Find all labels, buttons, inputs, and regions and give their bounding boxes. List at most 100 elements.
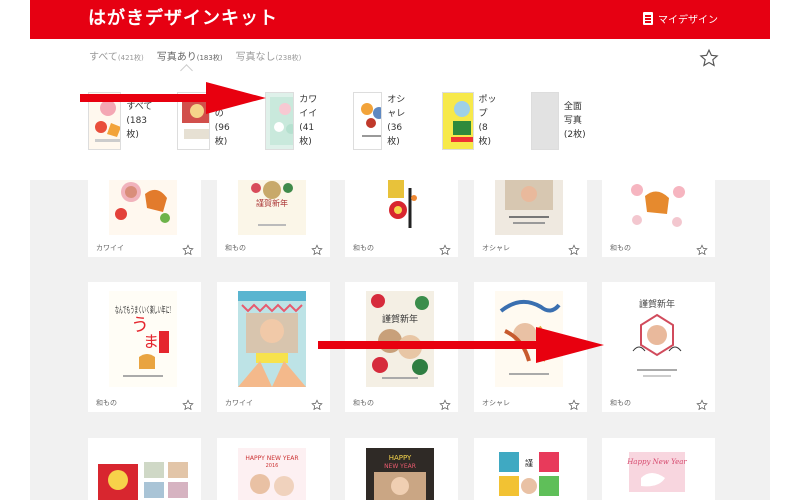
photo-filter-tabs: すべて(421枚) 写真あり(183枚) 写真なし(238枚) xyxy=(89,48,301,63)
category-pop-count: (8枚) xyxy=(478,123,492,147)
category-all-count: (183枚) xyxy=(126,116,148,140)
category-pop-label: ポップ xyxy=(478,95,497,119)
template-card[interactable]: オシャレ xyxy=(474,282,587,412)
category-wamono-label: 和もの xyxy=(214,95,233,119)
tab-with-photo-count: (183枚) xyxy=(196,54,223,62)
template-category-label: 和もの xyxy=(610,399,631,407)
template-card[interactable] xyxy=(88,438,201,500)
template-card[interactable]: 和もの xyxy=(345,180,458,257)
template-card[interactable]: なんでもうまくいく楽しい年に! う ま 和もの xyxy=(88,282,201,412)
template-thumbnail: HAPPY NEW YEAR 2016 xyxy=(238,448,306,500)
template-category-label: 和もの xyxy=(353,244,374,252)
category-oshare-label: オシャレ xyxy=(387,95,406,119)
template-category-label: オシャレ xyxy=(482,244,510,252)
template-thumbnail: 謹賀新年 xyxy=(238,180,306,235)
category-oshare-count: (36枚) xyxy=(387,123,403,147)
template-card[interactable]: オシャレ xyxy=(474,180,587,257)
tab-without-photo-label: 写真なし xyxy=(235,52,276,63)
category-wamono-thumbnail xyxy=(177,92,210,150)
my-design-icon xyxy=(643,12,653,25)
template-thumbnail: なんでもうまくいく楽しい年に! う ま xyxy=(109,291,177,387)
tab-all[interactable]: すべて(421枚) xyxy=(89,48,144,63)
template-card[interactable]: 謹賀新年 和もの xyxy=(217,180,330,257)
category-full-photo-label: 全面写真 xyxy=(563,102,582,126)
category-all-thumbnail xyxy=(88,92,122,150)
favorite-star-icon[interactable] xyxy=(439,241,451,256)
my-design-label: マイデザイン xyxy=(658,15,718,26)
category-kawaii-thumbnail xyxy=(265,92,295,150)
category-all[interactable]: すべて (183枚) xyxy=(88,92,154,150)
category-kawaii[interactable]: カワイイ (41枚) xyxy=(265,92,325,150)
template-card[interactable]: 和もの xyxy=(602,180,715,257)
favorite-star-icon[interactable] xyxy=(696,396,708,411)
template-card[interactable]: 謹賀新年 和もの xyxy=(345,282,458,412)
favorites-star-icon[interactable] xyxy=(699,48,719,68)
tab-all-label: すべて xyxy=(89,52,118,63)
template-category-label: 和もの xyxy=(353,399,374,407)
app-logo[interactable]: はがきデザインキット xyxy=(88,4,278,30)
template-card[interactable]: 謹 xyxy=(474,438,587,500)
template-card[interactable]: Happy New Year xyxy=(602,438,715,500)
favorite-star-icon[interactable] xyxy=(696,241,708,256)
category-kawaii-label: カワイイ xyxy=(299,95,318,119)
favorite-star-icon[interactable] xyxy=(182,241,194,256)
svg-text:謹賀新年: 謹賀新年 xyxy=(639,298,675,310)
category-pop-thumbnail xyxy=(442,92,474,150)
card-greeting-text: HAPPY NEW YEAR xyxy=(245,455,298,462)
template-thumbnail xyxy=(238,291,306,387)
svg-text:謹賀新年: 謹賀新年 xyxy=(382,313,418,325)
category-wamono[interactable]: 和もの (96枚) xyxy=(177,92,237,150)
template-thumbnail xyxy=(366,180,434,235)
template-thumbnail xyxy=(495,180,563,235)
template-thumbnail xyxy=(623,180,691,235)
template-category-label: オシャレ xyxy=(482,399,510,407)
tab-without-photo[interactable]: 写真なし(238枚) xyxy=(236,48,302,63)
category-full-photo-thumbnail xyxy=(531,92,559,150)
card-happy-text: HAPPY xyxy=(389,454,412,462)
template-thumbnail: 謹賀新年 xyxy=(623,291,691,387)
svg-text:NEW YEAR: NEW YEAR xyxy=(384,463,416,470)
template-thumbnail xyxy=(109,180,177,235)
tab-with-photo[interactable]: 写真あり(183枚) xyxy=(157,48,223,63)
category-full-photo-count: (2枚) xyxy=(563,130,586,140)
template-thumbnail xyxy=(495,291,563,387)
template-card[interactable]: HAPPY NEW YEAR xyxy=(345,438,458,500)
tab-without-photo-count: (238枚) xyxy=(275,54,302,62)
favorite-star-icon[interactable] xyxy=(568,396,580,411)
template-category-label: 和もの xyxy=(96,399,117,407)
template-category-label: カワイイ xyxy=(96,244,124,252)
category-oshare-thumbnail xyxy=(353,92,383,150)
svg-text:謹: 謹 xyxy=(525,458,533,468)
card-script-text: Happy New Year xyxy=(626,458,687,466)
category-kawaii-count: (41枚) xyxy=(299,123,315,147)
favorite-star-icon[interactable] xyxy=(311,241,323,256)
category-pop[interactable]: ポップ (8枚) xyxy=(442,92,500,150)
favorite-star-icon[interactable] xyxy=(439,396,451,411)
favorite-star-icon[interactable] xyxy=(568,241,580,256)
template-card[interactable]: 謹賀新年 和もの xyxy=(602,282,715,412)
template-thumbnail xyxy=(96,458,192,500)
app-header: はがきデザインキット マイデザイン xyxy=(30,0,770,39)
tab-with-photo-label: 写真あり xyxy=(156,52,197,63)
template-thumbnail: HAPPY NEW YEAR xyxy=(366,448,434,500)
template-card[interactable]: HAPPY NEW YEAR 2016 xyxy=(217,438,330,500)
template-category-label: 和もの xyxy=(225,244,246,252)
template-card[interactable]: カワイイ xyxy=(88,180,201,257)
template-thumbnail: Happy New Year xyxy=(623,448,691,500)
favorite-star-icon[interactable] xyxy=(182,396,194,411)
card-greeting-text: 謹賀新年 xyxy=(256,198,288,208)
template-thumbnail: 謹賀新年 xyxy=(366,291,434,387)
favorite-star-icon[interactable] xyxy=(311,396,323,411)
tab-all-count: (421枚) xyxy=(117,54,144,62)
active-tab-caret xyxy=(180,64,193,77)
category-oshare[interactable]: オシャレ (36枚) xyxy=(353,92,413,150)
category-full-photo[interactable]: 全面写真 (2枚) xyxy=(531,92,589,150)
template-category-label: カワイイ xyxy=(225,399,253,407)
template-category-label: 和もの xyxy=(610,244,631,252)
svg-text:ま: ま xyxy=(143,332,159,351)
template-card[interactable]: カワイイ xyxy=(217,282,330,412)
category-all-label: すべて xyxy=(126,102,153,112)
category-wamono-count: (96枚) xyxy=(214,123,230,147)
template-thumbnail: 謹 xyxy=(495,448,563,500)
my-design-link[interactable]: マイデザイン xyxy=(643,11,718,26)
